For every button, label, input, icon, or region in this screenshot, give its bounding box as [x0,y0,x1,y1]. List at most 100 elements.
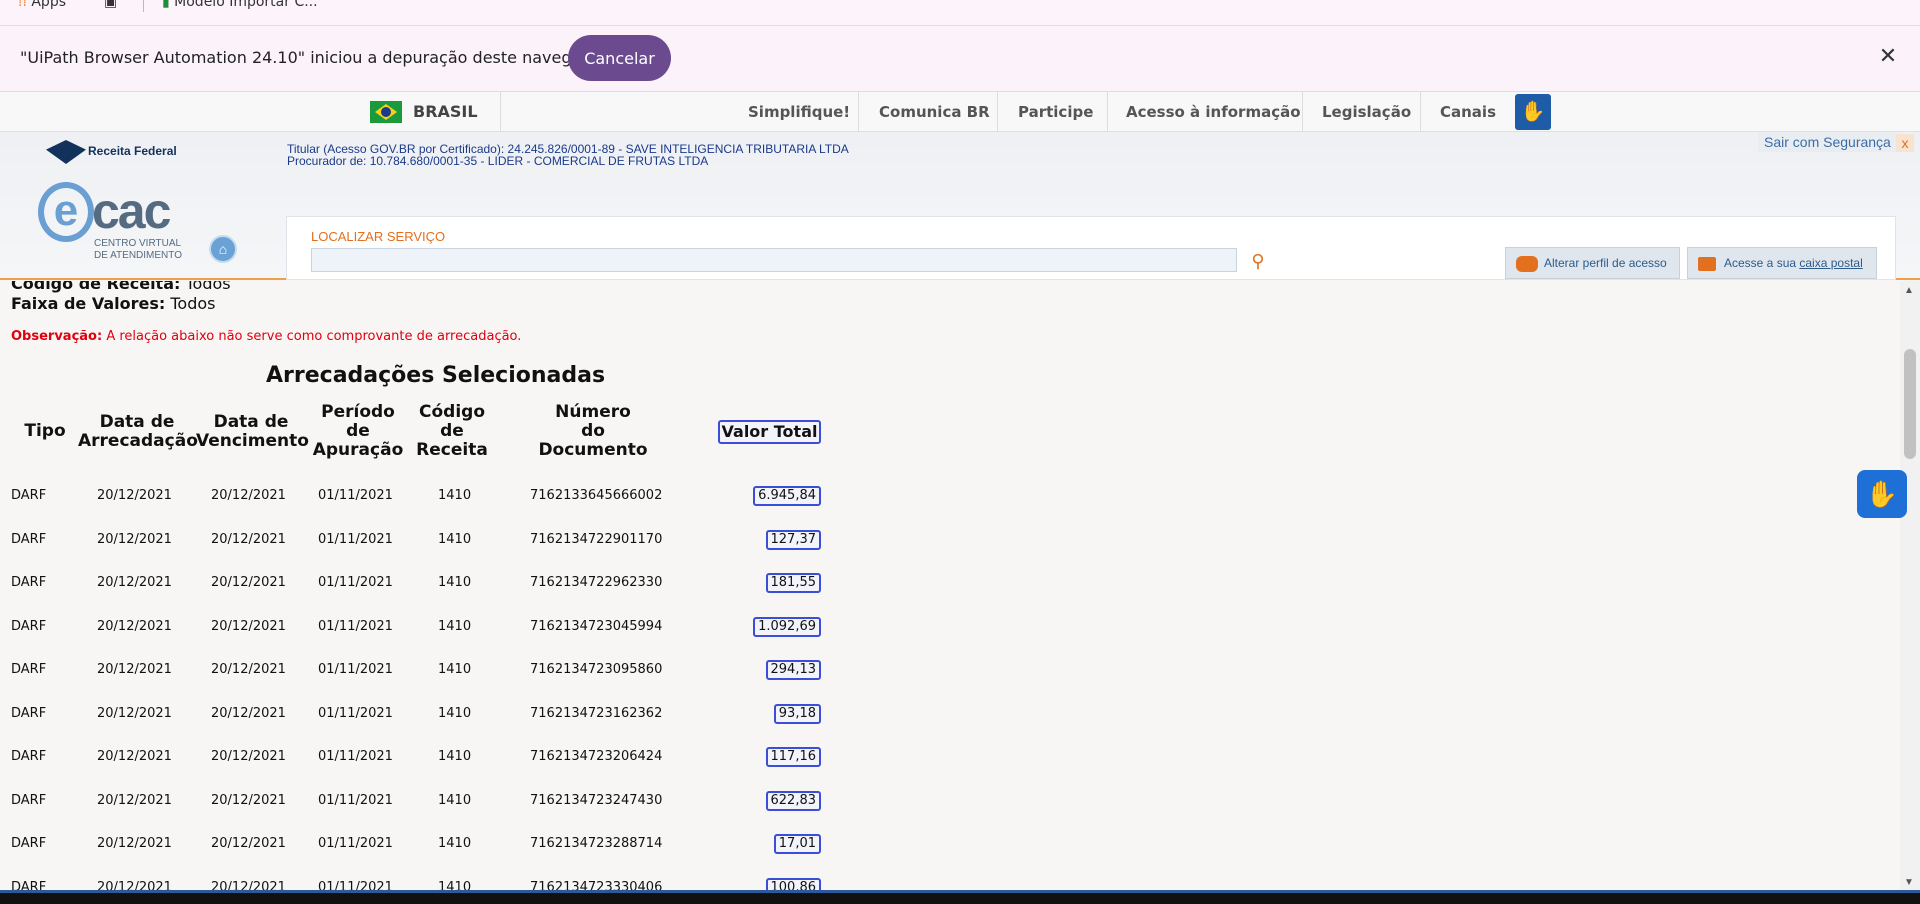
infobar-message: "UiPath Browser Automation 24.10" inicio… [20,48,612,67]
nav-acesso-informacao[interactable]: Acesso à informação [1126,92,1301,132]
sair-seguranca-link[interactable]: Sair com Segurança [1758,132,1897,152]
cell-data-arrecadacao: 20/12/2021 [97,792,172,808]
cell-data-arrecadacao: 20/12/2021 [97,531,172,547]
table-row: DARF 20/12/2021 20/12/2021 01/11/2021 1410 71… [0,747,830,767]
cell-codigo-receita: 1410 [438,749,472,764]
cell-codigo-receita: 1410 [438,488,472,503]
cell-valor-total[interactable]: 100,86 [765,877,821,890]
nav-comunica-br[interactable]: Comunica BR [879,92,990,132]
cell-data-vencimento: 20/12/2021 [211,836,286,851]
col-numero-documento: Número do Documento [538,402,648,460]
brazil-flag-icon [370,101,402,123]
table-row: DARF 20/12/2021 20/12/2021 01/11/2021 1410 71… [0,660,830,680]
cell-numero-documento: 7162134723095860 [530,662,663,677]
cell-data-vencimento: 20/12/2021 [211,879,286,891]
table-row: DARF 20/12/2021 20/12/2021 01/11/2021 1410 71… [0,529,830,550]
cell-tipo: DARF [11,749,47,764]
localizar-servico-panel: LOCALIZAR SERVIÇO ⚲ Alterar perfil de ac… [286,216,1896,280]
vertical-scrollbar[interactable]: ▲ ▼ [1900,281,1920,890]
apps-grid-icon: ⁞⁞ [18,0,32,10]
cell-numero-documento: 7162134723288714 [530,836,663,851]
sign-language-icon[interactable]: ✋ [1515,94,1551,130]
cell-periodo-apuracao: 01/11/2021 [318,662,393,677]
cell-valor-total[interactable]: 93,18 [773,703,821,724]
tab-groups-icon[interactable]: ▣ [104,0,117,10]
cell-data-arrecadacao: 20/12/2021 [97,705,172,721]
cell-valor-total[interactable]: 117,16 [765,747,821,767]
mail-icon [1698,256,1716,271]
cell-tipo: DARF [11,705,47,721]
cell-data-vencimento: 20/12/2021 [211,531,286,547]
cell-valor-total[interactable]: 181,55 [765,573,821,593]
cell-data-vencimento: 20/12/2021 [211,705,286,721]
govbar-separator [500,92,501,132]
table-row: DARF 20/12/2021 20/12/2021 01/11/2021 1410 71… [0,573,830,593]
sign-language-icon[interactable]: ✋ [1857,470,1907,518]
alterar-perfil-button[interactable]: Alterar perfil de acesso [1505,247,1680,279]
cell-codigo-receita: 1410 [438,705,472,721]
cell-tipo: DARF [11,488,47,503]
cell-data-arrecadacao: 20/12/2021 [97,836,172,851]
cancel-button[interactable]: Cancelar [568,35,671,81]
cell-periodo-apuracao: 01/11/2021 [318,836,393,851]
table-row: DARF 20/12/2021 20/12/2021 01/11/2021 1410 71… [0,703,830,724]
browser-window: ⁞⁞ Apps ▣ ▮ Modelo Importar C... "UiPath… [0,0,1920,904]
cell-periodo-apuracao: 01/11/2021 [318,488,393,503]
table-row: DARF 20/12/2021 20/12/2021 01/11/2021 1410 71… [0,616,830,637]
ecac-logo-e: e [38,182,94,242]
home-icon[interactable]: ⌂ [209,235,237,263]
cell-numero-documento: 7162134722901170 [530,531,663,547]
localizar-label: LOCALIZAR SERVIÇO [311,229,446,244]
cell-data-arrecadacao: 20/12/2021 [97,575,172,590]
govbar-separator [1420,92,1421,132]
cell-periodo-apuracao: 01/11/2021 [318,749,393,764]
receita-federal-logo[interactable]: Receita Federal [46,140,177,164]
receita-logo-icon [46,140,86,164]
cell-codigo-receita: 1410 [438,879,472,891]
cell-valor-total[interactable]: 294,13 [765,660,821,680]
col-valor-total[interactable]: Valor Total [718,420,821,444]
cell-valor-total[interactable]: 622,83 [765,790,821,811]
close-icon[interactable]: x [1896,134,1914,152]
nav-participe[interactable]: Participe [1018,92,1093,132]
caixa-postal-button[interactable]: Acesse a sua caixa postal [1687,247,1877,279]
nav-canais[interactable]: Canais [1440,92,1496,132]
nav-legislacao[interactable]: Legislação [1322,92,1411,132]
cell-valor-total[interactable]: 1.092,69 [753,616,821,637]
bookmark-apps[interactable]: ⁞⁞ Apps [18,0,66,10]
cell-tipo: DARF [11,879,47,891]
search-input[interactable] [311,248,1237,272]
ecac-logo-cac: cac [92,183,171,239]
cell-periodo-apuracao: 01/11/2021 [318,618,393,634]
scroll-up-icon[interactable]: ▲ [1904,285,1914,296]
cell-data-arrecadacao: 20/12/2021 [97,749,172,764]
bookmark-modelo[interactable]: ▮ Modelo Importar C... [162,0,318,10]
cell-valor-total[interactable]: 17,01 [773,834,821,854]
col-data-arrecadacao: Data de Arrecadação [78,412,198,451]
cell-tipo: DARF [11,575,47,590]
content-area: Código de Receita: Todos Faixa de Valore… [0,281,1900,890]
nav-simplifique[interactable]: Simplifique! [748,92,850,132]
caixa-postal-link[interactable]: caixa postal [1799,256,1862,270]
search-icon[interactable]: ⚲ [1247,250,1269,272]
cell-periodo-apuracao: 01/11/2021 [318,705,393,721]
table-row: DARF 20/12/2021 20/12/2021 01/11/2021 1410 71… [0,877,830,891]
scroll-thumb[interactable] [1904,349,1916,459]
cell-valor-total[interactable]: 6.945,84 [753,486,821,506]
cell-data-vencimento: 20/12/2021 [211,792,286,808]
cell-tipo: DARF [11,531,47,547]
cell-tipo: DARF [11,662,47,677]
cell-periodo-apuracao: 01/11/2021 [318,531,393,547]
cell-data-arrecadacao: 20/12/2021 [97,618,172,634]
cell-numero-documento: 7162134722962330 [530,575,663,590]
procurador-text: Procurador de: 10.784.680/0001-35 - LIDE… [287,154,709,168]
close-icon[interactable]: ✕ [1876,44,1900,68]
cell-valor-total[interactable]: 127,37 [765,529,821,550]
brasil-link[interactable]: BRASIL [413,102,478,121]
cell-periodo-apuracao: 01/11/2021 [318,879,393,891]
cell-data-vencimento: 20/12/2021 [211,488,286,503]
cell-data-arrecadacao: 20/12/2021 [97,879,172,891]
cell-codigo-receita: 1410 [438,618,472,634]
scroll-down-icon[interactable]: ▼ [1904,877,1914,888]
ecac-header: Receita Federal e cac Centro Virtual de A… [0,132,1920,280]
